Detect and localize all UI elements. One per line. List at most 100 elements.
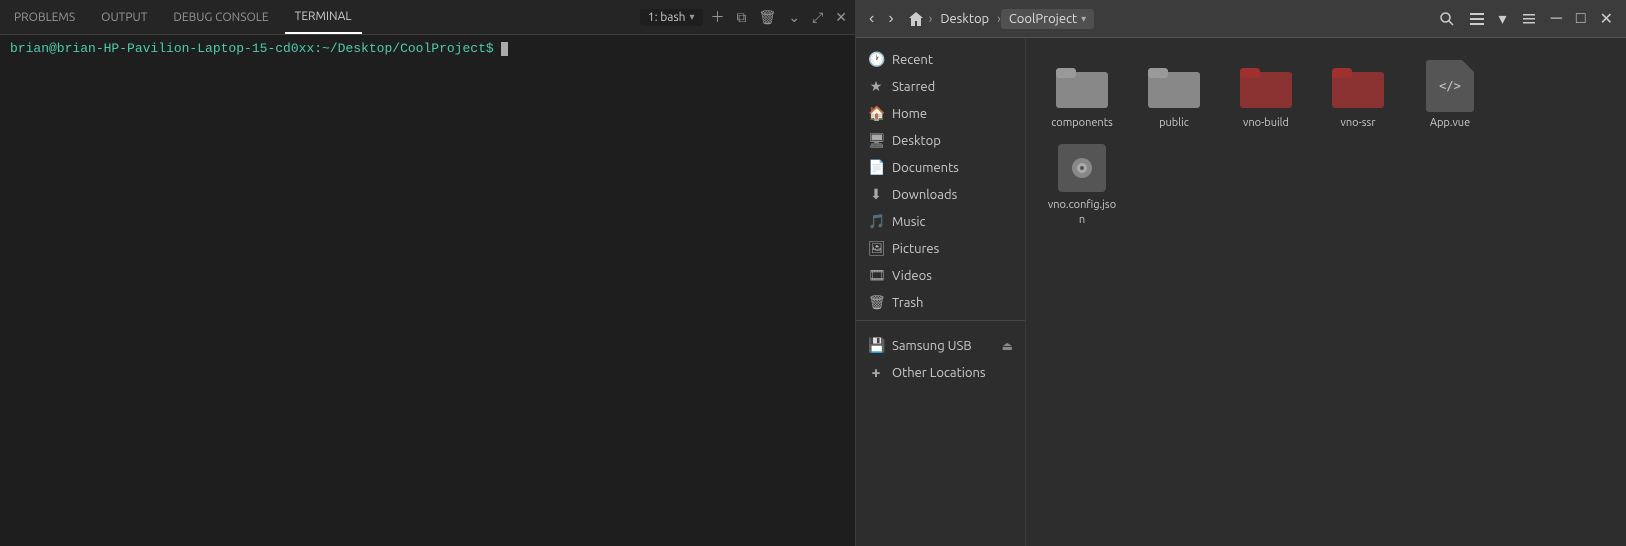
vue-icon-corner [1462,60,1474,72]
file-item-vno-ssr[interactable]: vno-ssr [1318,54,1398,136]
folder-svg-public [1148,64,1200,108]
json-circle-svg [1076,162,1088,174]
videos-icon: 🎞 [868,267,884,284]
usb-icon: 💾 [868,337,884,354]
forward-button[interactable]: › [883,7,898,31]
eject-icon[interactable]: ⏏ [1002,339,1013,353]
maximize-panel-button[interactable]: ⤢ [808,7,827,28]
sidebar-item-samsung-usb[interactable]: 💾 Samsung USB ⏏ [856,332,1025,359]
terminal-toolbar: 1: bash ▾ ＋ ⧉ 🗑 ⌄ ⤢ ✕ [632,5,851,29]
sidebar-label-downloads: Downloads [892,188,957,202]
fm-content: components public [1026,38,1626,546]
sidebar-label-documents: Documents [892,161,959,175]
close-panel-button[interactable]: ✕ [831,7,851,28]
music-icon: 🎵 [868,213,884,230]
sidebar-item-documents[interactable]: 📄 Documents [856,154,1025,181]
file-label-vno-ssr: vno-ssr [1341,116,1376,130]
json-file-icon [1056,142,1108,194]
desktop-icon: 🖥 [868,132,884,149]
terminal-prompt: brian@brian-HP-Pavilion-Laptop-15-cd0xx:… [10,41,845,56]
file-label-public: public [1159,116,1189,130]
tab-terminal[interactable]: TERMINAL [285,0,362,34]
file-label-vno-config-json: vno.config.json [1046,198,1118,227]
terminal-tab-label: 1: bash [648,11,686,24]
sidebar-label-desktop: Desktop [892,134,941,148]
other-locations-icon: + [868,364,884,382]
home-breadcrumb-icon[interactable] [903,8,929,30]
sidebar-item-pictures[interactable]: 🖼 Pictures [856,235,1025,262]
home-icon: 🏠 [868,105,884,122]
sidebar-label-videos: Videos [892,269,932,283]
sidebar-item-downloads[interactable]: ⬇ Downloads [856,181,1025,208]
fm-sidebar: 🕐 Recent ★ Starred 🏠 Home 🖥 Desktop 📄 Do… [856,38,1026,546]
fm-body: 🕐 Recent ★ Starred 🏠 Home 🖥 Desktop 📄 Do… [856,38,1626,546]
file-item-public[interactable]: public [1134,54,1214,136]
tab-problems[interactable]: PROBLEMS [4,0,85,34]
vue-icon-wrapper: </> [1426,60,1474,112]
sidebar-item-videos[interactable]: 🎞 Videos [856,262,1025,289]
sidebar-label-pictures: Pictures [892,242,939,256]
downloads-icon: ⬇ [868,186,884,203]
close-button[interactable]: ✕ [1595,6,1618,32]
starred-icon: ★ [868,78,884,95]
folder-svg-vno-ssr [1332,64,1384,108]
vue-icon-text: </> [1439,79,1461,93]
sidebar-label-home: Home [892,107,927,121]
folder-svg-components [1056,64,1108,108]
sidebar-item-other-locations[interactable]: + Other Locations [856,359,1025,387]
files-grid: components public [1042,54,1610,136]
folder-icon-components [1056,60,1108,112]
file-item-components[interactable]: components [1042,54,1122,136]
sidebar-label-recent: Recent [892,53,933,67]
vue-file-icon: </> [1424,60,1476,112]
tab-bar: PROBLEMS OUTPUT DEBUG CONSOLE TERMINAL 1… [0,0,855,35]
prompt-text: brian@brian-HP-Pavilion-Laptop-15-cd0xx:… [10,41,501,56]
search-button[interactable] [1434,8,1460,30]
file-item-vno-config-json-row2[interactable]: vno.config.json [1042,136,1122,233]
chevron-down-icon: ▾ [690,11,695,23]
file-item-vno-build[interactable]: vno-build [1226,54,1306,136]
sidebar-label-music: Music [892,215,926,229]
folder-svg-vno-build [1240,64,1292,108]
breadcrumb: › Desktop › CoolProject ▾ [903,8,1430,30]
maximize-button[interactable]: □ [1571,7,1591,31]
file-label-app-vue: App.vue [1430,116,1470,130]
terminal-content[interactable]: brian@brian-HP-Pavilion-Laptop-15-cd0xx:… [0,35,855,546]
sidebar-item-trash[interactable]: 🗑 Trash [856,289,1025,316]
new-terminal-button[interactable]: ＋ [707,5,729,29]
tab-output[interactable]: OUTPUT [91,0,157,34]
split-terminal-button[interactable]: ⧉ [733,7,751,28]
chevron-down-icon: ▾ [1081,13,1086,25]
folder-icon-public [1148,60,1200,112]
menu-button[interactable] [1516,8,1542,30]
folder-icon-vno-ssr [1332,60,1384,112]
terminal-tab-bash[interactable]: 1: bash ▾ [640,9,703,26]
trash-icon: 🗑 [868,294,884,311]
sidebar-divider [856,320,1025,328]
sidebar-item-music[interactable]: 🎵 Music [856,208,1025,235]
sidebar-label-trash: Trash [892,296,923,310]
sidebar-item-starred[interactable]: ★ Starred [856,73,1025,100]
breadcrumb-coolproject[interactable]: CoolProject ▾ [1001,9,1094,29]
sidebar-item-desktop[interactable]: 🖥 Desktop [856,127,1025,154]
breadcrumb-desktop[interactable]: Desktop [932,9,997,29]
file-manager: ‹ › › Desktop › CoolProject ▾ ▾ [855,0,1626,546]
file-label-vno-build: vno-build [1243,116,1289,130]
fm-toolbar-right: ▾ ─ □ ✕ [1434,6,1618,32]
second-row: vno.config.json [1042,136,1610,233]
recent-icon: 🕐 [868,51,884,68]
kill-terminal-button[interactable]: 🗑 [755,7,781,28]
minimize-button[interactable]: ─ [1546,7,1567,31]
tab-debug-console[interactable]: DEBUG CONSOLE [163,0,278,34]
view-list-button[interactable] [1464,8,1490,30]
file-item-app-vue[interactable]: </> App.vue [1410,54,1490,136]
file-label-components: components [1051,116,1113,130]
sidebar-label-other-locations: Other Locations [892,366,986,380]
terminal-menu-button[interactable]: ⌄ [784,7,804,28]
back-button[interactable]: ‹ [864,7,879,31]
sidebar-item-home[interactable]: 🏠 Home [856,100,1025,127]
fm-titlebar: ‹ › › Desktop › CoolProject ▾ ▾ [856,0,1626,38]
sidebar-item-recent[interactable]: 🕐 Recent [856,46,1025,73]
sidebar-label-samsung-usb: Samsung USB [892,339,972,353]
view-options-button[interactable]: ▾ [1494,6,1512,32]
